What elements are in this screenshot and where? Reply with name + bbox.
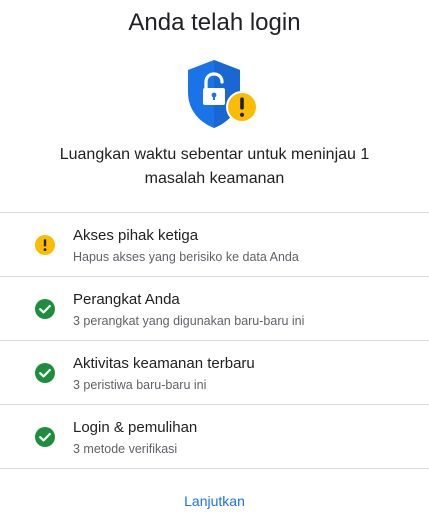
continue-button[interactable]: Lanjutkan [0,491,429,511]
list-item-signin-recovery[interactable]: Login & pemulihan 3 metode verifikasi [0,405,429,469]
list-item-your-devices[interactable]: Perangkat Anda 3 perangkat yang digunaka… [0,277,429,341]
security-checklist: Akses pihak ketiga Hapus akses yang beri… [0,212,429,469]
item-description: 3 peristiwa baru-baru ini [73,378,207,392]
check-circle-icon [35,363,55,383]
check-circle-icon [35,427,55,447]
item-description: 3 perangkat yang digunakan baru-baru ini [73,314,305,328]
item-title: Login & pemulihan [73,419,198,436]
page-title: Anda telah login [128,9,301,36]
warning-icon [35,235,55,255]
check-circle-icon [35,299,55,319]
security-issue-summary: Luangkan waktu sebentar untuk meninjau 1… [59,146,370,187]
item-title: Perangkat Anda [73,291,180,308]
item-description: Hapus akses yang berisiko ke data Anda [73,250,299,264]
shield-unlock-warning-icon [186,58,266,132]
list-item-third-party-access[interactable]: Akses pihak ketiga Hapus akses yang beri… [0,213,429,277]
item-title: Aktivitas keamanan terbaru [73,355,255,372]
item-description: 3 metode verifikasi [73,442,178,456]
item-title: Akses pihak ketiga [73,227,199,244]
list-item-recent-security-activity[interactable]: Aktivitas keamanan terbaru 3 peristiwa b… [0,341,429,405]
